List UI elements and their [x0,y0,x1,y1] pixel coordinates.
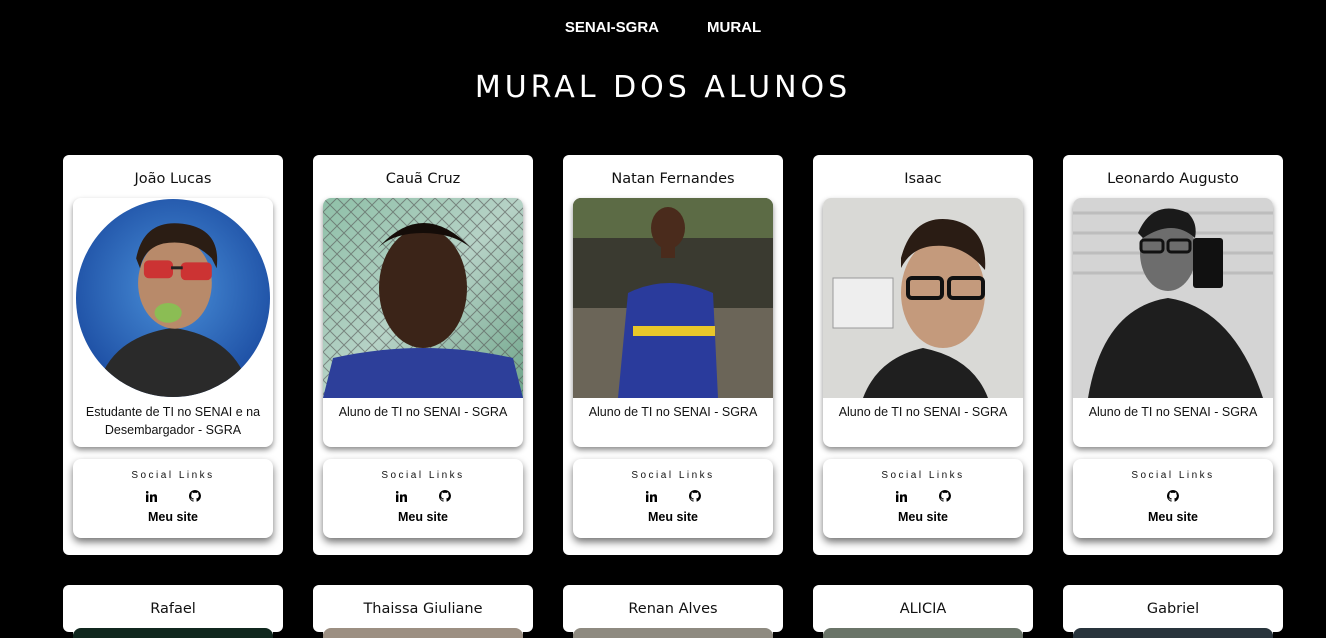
student-description: Aluno de TI no SENAI - SGRA [838,405,1008,419]
social-links-box: Social Links Meu site [1073,459,1273,538]
student-card: Renan Alves [563,585,783,638]
student-card: Rafael [63,585,283,638]
student-name: Thaissa Giuliane [363,601,483,617]
profile-box [823,628,1023,638]
linkedin-icon[interactable] [144,489,158,503]
student-photo [573,628,773,638]
student-card: Thaissa Giuliane [313,585,533,638]
profile-box: Aluno de TI no SENAI - SGRA [323,198,523,447]
github-icon[interactable] [938,489,952,503]
social-links-box: Social Links Meu site [323,459,523,538]
nav-link-senai-sgra[interactable]: SENAI-SGRA [565,19,659,36]
student-photo [73,628,273,638]
student-name: João Lucas [134,171,212,187]
my-site-link[interactable]: Meu site [323,510,523,524]
profile-box: Aluno de TI no SENAI - SGRA [823,198,1023,447]
student-card: ALICIA [813,585,1033,638]
student-photo [823,198,1023,398]
social-links-title: Social Links [1131,470,1215,481]
student-card: João Lucas Estudante de TI no SENAI e na… [63,155,283,555]
student-name: Natan Fernandes [611,171,735,187]
student-name: Cauã Cruz [385,171,461,187]
student-name: Leonardo Augusto [1107,171,1239,187]
student-photo [1073,198,1273,398]
profile-box [573,628,773,638]
github-icon[interactable] [688,489,702,503]
student-photo [323,198,523,398]
student-name: Isaac [904,171,942,187]
student-card: Natan Fernandes Aluno de TI no SENAI - S… [563,155,783,555]
social-links-title: Social Links [631,470,715,481]
profile-box: Aluno de TI no SENAI - SGRA [1073,198,1273,447]
my-site-link[interactable]: Meu site [1073,510,1273,524]
linkedin-icon[interactable] [894,489,908,503]
student-card: Cauã Cruz Aluno de TI no SENAI - SGRA So… [313,155,533,555]
student-name: Rafael [150,601,196,617]
social-links-box: Social Links Meu site [73,459,273,538]
github-icon[interactable] [438,489,452,503]
profile-box [323,628,523,638]
github-icon[interactable] [1166,489,1180,503]
top-nav: SENAI-SGRA MURAL [0,19,1326,36]
student-name: Gabriel [1146,601,1200,617]
social-links-box: Social Links Meu site [573,459,773,538]
profile-box [73,628,273,638]
my-site-link[interactable]: Meu site [73,510,273,524]
student-photo [323,628,523,638]
social-links-title: Social Links [131,470,215,481]
profile-box: Estudante de TI no SENAI e na Desembarga… [73,198,273,447]
profile-box [1073,628,1273,638]
social-links-box: Social Links Meu site [823,459,1023,538]
student-description: Aluno de TI no SENAI - SGRA [1088,405,1258,419]
student-name: ALICIA [899,601,947,617]
student-photo [76,199,270,397]
student-description: Estudante de TI no SENAI e na Desembarga… [85,405,261,437]
student-card: Leonardo Augusto Aluno de TI no SENAI - … [1063,155,1283,555]
linkedin-icon[interactable] [644,489,658,503]
student-photo [1073,628,1273,638]
my-site-link[interactable]: Meu site [823,510,1023,524]
student-card: Isaac Aluno de TI no SENAI - SGRA Social… [813,155,1033,555]
student-card: Gabriel [1063,585,1283,638]
social-links-title: Social Links [381,470,465,481]
student-photo [823,628,1023,638]
github-icon[interactable] [188,489,202,503]
student-description: Aluno de TI no SENAI - SGRA [338,405,508,419]
student-description: Aluno de TI no SENAI - SGRA [588,405,758,419]
student-photo [573,198,773,398]
nav-link-mural[interactable]: MURAL [707,19,761,36]
linkedin-icon[interactable] [394,489,408,503]
profile-box: Aluno de TI no SENAI - SGRA [573,198,773,447]
my-site-link[interactable]: Meu site [573,510,773,524]
social-links-title: Social Links [881,470,965,481]
student-name: Renan Alves [628,601,718,617]
page-title: MURAL DOS ALUNOS [474,70,852,105]
